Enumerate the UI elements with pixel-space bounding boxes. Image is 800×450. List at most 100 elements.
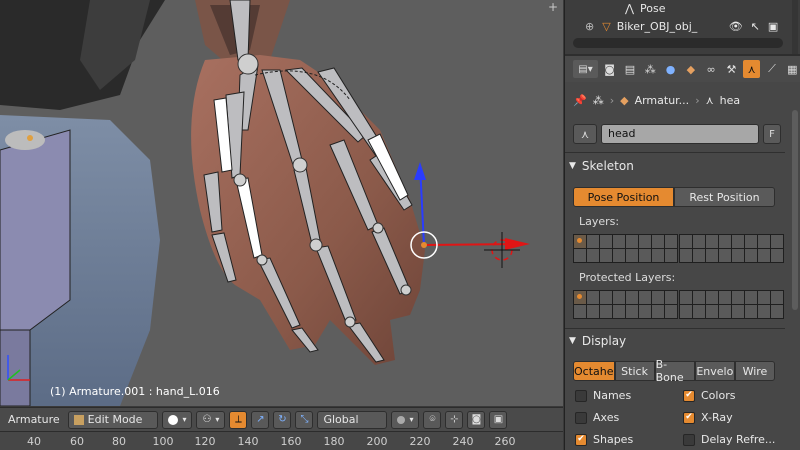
outliner-row-object[interactable]: ⊕ ▽ Biker_OBJ_obj_ 👁 ↖ ▣ [585, 18, 800, 34]
camera-icon[interactable]: ▣ [768, 20, 778, 33]
xray-checkbox[interactable]: X-Ray [683, 411, 733, 424]
layer-cell[interactable] [719, 305, 731, 318]
skeleton-panel-header[interactable]: ▼ Skeleton [569, 156, 779, 176]
snap-icon[interactable]: ⌾ [423, 410, 442, 429]
layer-cell[interactable] [706, 249, 718, 262]
shapes-checkbox[interactable]: Shapes [575, 433, 633, 446]
checkbox-box[interactable] [575, 433, 587, 446]
layer-cell[interactable] [574, 249, 586, 262]
layer-cell[interactable] [639, 235, 651, 248]
constraints-tab-icon[interactable]: ∞ [702, 60, 719, 78]
layer-cell[interactable] [719, 249, 731, 262]
fake-user-button[interactable]: F [763, 124, 781, 144]
snap-element-icon[interactable]: ⊹ [445, 410, 464, 429]
layer-cell[interactable] [600, 305, 612, 318]
layer-cell[interactable] [665, 305, 677, 318]
layer-cell[interactable] [613, 249, 625, 262]
scene-tab-icon[interactable]: ⁂ [642, 60, 659, 78]
layer-cell[interactable] [613, 305, 625, 318]
pivot-button[interactable]: ⚇ ▾ [196, 410, 226, 429]
layer-cell[interactable] [652, 305, 664, 318]
layer-cell[interactable] [745, 291, 757, 304]
layer-cell[interactable] [600, 291, 612, 304]
draw-stick-button[interactable]: Stick [614, 361, 655, 381]
cursor-icon[interactable]: ↖ [751, 20, 760, 33]
layer-cell[interactable] [626, 235, 638, 248]
properties-vscrollbar[interactable] [792, 110, 798, 310]
pose-position-button[interactable]: Pose Position [573, 187, 674, 207]
layer-cell[interactable] [706, 235, 718, 248]
layer-cell[interactable] [665, 235, 677, 248]
render-tab-icon[interactable]: ◙ [601, 60, 618, 78]
protected-layers-grid-right[interactable] [679, 290, 784, 319]
armature-tab-icon[interactable]: ⋏ [743, 60, 761, 78]
layer-cell[interactable] [771, 291, 783, 304]
checkbox-box[interactable] [575, 389, 587, 402]
axes-checkbox[interactable]: Axes [575, 411, 619, 424]
manipulator-toggle-icon[interactable]: ⟂ [229, 410, 248, 429]
layer-cell[interactable] [639, 249, 651, 262]
layer-cell[interactable] [719, 235, 731, 248]
expand-icon[interactable]: ⊕ [585, 20, 594, 33]
3d-viewport[interactable]: + (1) Armature.001 : hand_L.016 [0, 0, 563, 406]
layer-cell[interactable] [732, 291, 744, 304]
outliner-hscrollbar[interactable] [573, 38, 783, 48]
datablock-name-field[interactable]: head [601, 124, 759, 144]
layer-cell[interactable] [758, 305, 770, 318]
world-tab-icon[interactable]: ● [662, 60, 679, 78]
layer-cell[interactable] [719, 291, 731, 304]
editor-type-icon[interactable]: ▤▾ [573, 60, 598, 78]
layer-cell[interactable] [613, 291, 625, 304]
layer-cell[interactable] [771, 305, 783, 318]
layer-cell[interactable] [626, 305, 638, 318]
names-checkbox[interactable]: Names [575, 389, 631, 402]
viewport-split-icon[interactable]: + [547, 1, 559, 13]
draw-envelope-button[interactable]: Envelo [694, 361, 735, 381]
layer-cell[interactable] [680, 235, 692, 248]
render-icon[interactable]: ◙ [467, 410, 486, 429]
bone-tab-icon[interactable]: ⟋ [763, 60, 780, 78]
layer-cell[interactable] [574, 235, 586, 248]
layer-cell[interactable] [732, 249, 744, 262]
layer-cell[interactable] [639, 305, 651, 318]
layer-cell[interactable] [600, 235, 612, 248]
layer-cell[interactable] [745, 305, 757, 318]
colors-checkbox[interactable]: Colors [683, 389, 735, 402]
mode-selector[interactable]: Edit Mode [67, 410, 159, 429]
layer-cell[interactable] [758, 249, 770, 262]
rest-position-button[interactable]: Rest Position [674, 187, 775, 207]
timeline-ruler[interactable]: 40 60 80 100 120 140 160 180 200 220 240… [0, 431, 563, 450]
layers-grid-right[interactable] [679, 234, 784, 263]
layer-cell[interactable] [626, 291, 638, 304]
checkbox-box[interactable] [683, 411, 695, 424]
layer-cell[interactable] [732, 235, 744, 248]
display-panel-header[interactable]: ▼ Display [569, 331, 779, 351]
outliner-row-pose[interactable]: ⋀ Pose [625, 0, 800, 16]
modifiers-tab-icon[interactable]: ⚒ [723, 60, 740, 78]
layer-cell[interactable] [706, 305, 718, 318]
draw-bbone-button[interactable]: B-Bone [654, 358, 695, 384]
orientation-selector[interactable]: Global [317, 410, 388, 429]
layer-cell[interactable] [771, 235, 783, 248]
layer-cell[interactable] [771, 249, 783, 262]
layer-cell[interactable] [639, 291, 651, 304]
editor-label[interactable]: Armature [4, 413, 64, 426]
object-tab-icon[interactable]: ◆ [682, 60, 699, 78]
draw-octahedral-button[interactable]: Octahe [573, 361, 615, 381]
layer-cell[interactable] [680, 291, 692, 304]
layer-cell[interactable] [732, 305, 744, 318]
outliner-vscrollbar[interactable] [792, 0, 798, 54]
scale-icon[interactable]: ⤡ [295, 410, 314, 429]
layer-cell[interactable] [758, 291, 770, 304]
texture-tab-icon[interactable]: ▦ [784, 60, 800, 78]
render-animation-icon[interactable]: ▣ [489, 410, 508, 429]
layer-cell[interactable] [600, 249, 612, 262]
layer-cell[interactable] [665, 249, 677, 262]
rotate-icon[interactable]: ↻ [273, 410, 292, 429]
layer-cell[interactable] [587, 235, 599, 248]
layer-cell[interactable] [652, 249, 664, 262]
viewport-shading-button[interactable]: ▾ [162, 410, 193, 429]
layer-cell[interactable] [574, 305, 586, 318]
layer-cell[interactable] [693, 235, 705, 248]
layer-cell[interactable] [758, 235, 770, 248]
